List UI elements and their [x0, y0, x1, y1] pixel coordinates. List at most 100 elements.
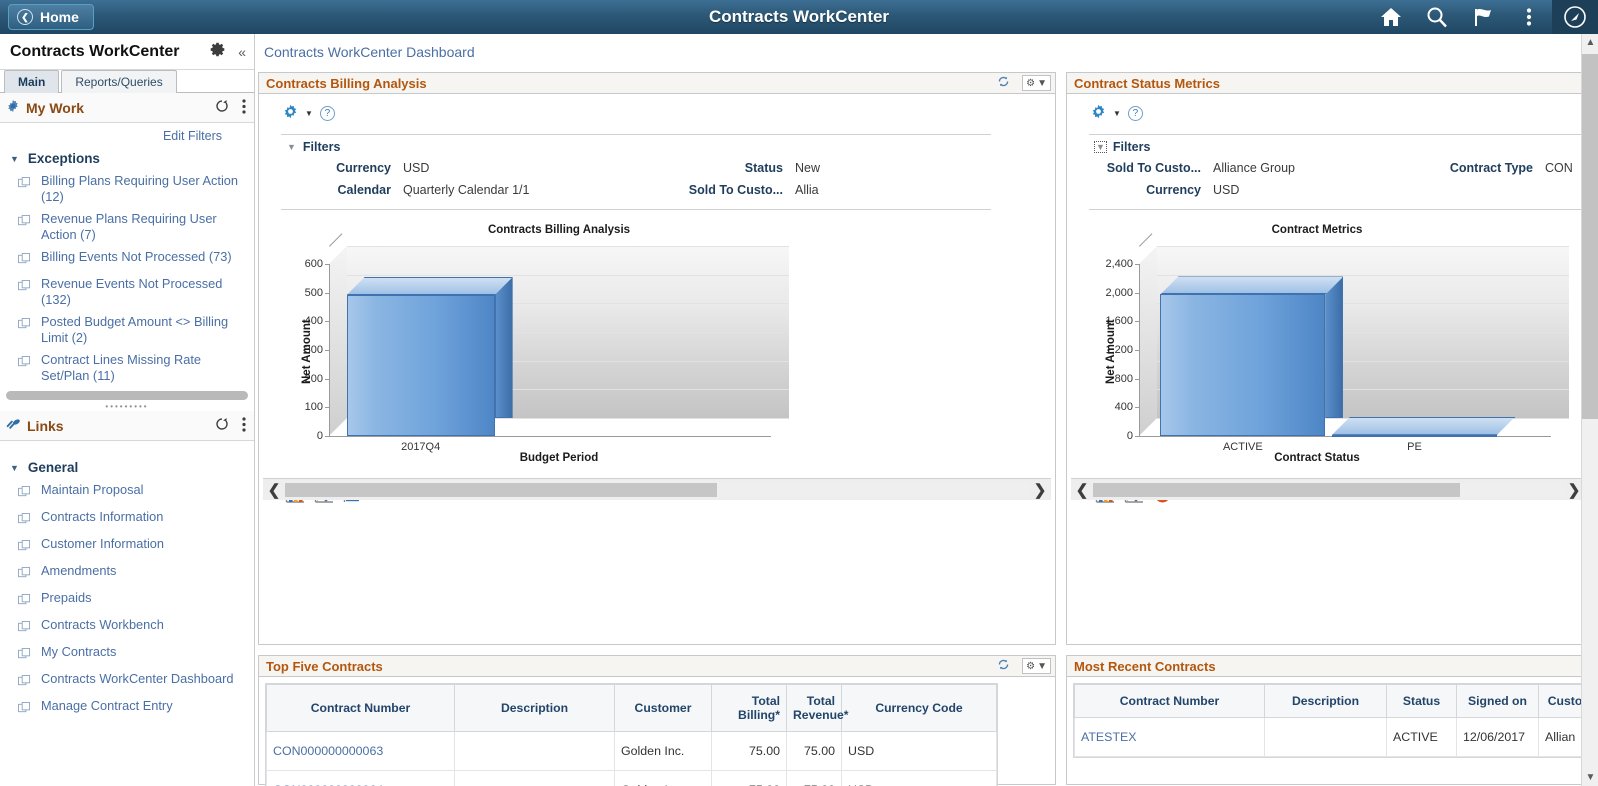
sidebar-item-link-4[interactable]: Prepaids — [0, 587, 254, 614]
kebab-menu-icon[interactable] — [242, 98, 246, 117]
sidebar-item-link-8[interactable]: Manage Contract Entry — [0, 695, 254, 722]
sidebar-group-exceptions[interactable]: ▼ Exceptions — [0, 148, 254, 170]
page-vertical-scrollbar[interactable]: ▲ ▼ — [1581, 34, 1598, 786]
sidebar-item-link-2[interactable]: Customer Information — [0, 533, 254, 560]
pagelet-title: Contract Status Metrics — [1074, 75, 1220, 91]
chart-bar-face — [346, 294, 495, 436]
sidebar-item-label: Billing Plans Requiring User Action (12) — [41, 173, 239, 204]
most-recent-contracts-table: Contract Number Description Status Signed o… — [1074, 684, 1592, 757]
home-icon[interactable] — [1368, 0, 1414, 34]
gear-icon[interactable] — [283, 104, 298, 123]
help-icon[interactable]: ? — [319, 106, 335, 121]
chart-bar[interactable] — [1332, 416, 1515, 437]
filters-header[interactable]: ▼ Filters — [281, 140, 991, 154]
nav-compass-icon[interactable] — [1552, 0, 1598, 34]
sidebar-item-link-7[interactable]: Contracts WorkCenter Dashboard — [0, 668, 254, 695]
sidebar-item-label: Revenue Plans Requiring User Action (7) — [41, 211, 217, 242]
chevron-down-icon[interactable]: ▼ — [287, 142, 296, 152]
refresh-icon[interactable] — [215, 417, 229, 434]
page-link-icon — [18, 647, 31, 665]
pagelet-settings-button[interactable]: ⚙ ▼ — [1022, 658, 1051, 674]
chart-bar[interactable] — [1160, 276, 1344, 436]
sidebar-item-label: Billing Events Not Processed (73) — [41, 249, 232, 264]
pagelet-top-five-contracts: Top Five Contracts ⚙ ▼ Contract Number De… — [258, 655, 1056, 786]
scroll-left-icon[interactable]: ❮ — [1071, 481, 1093, 499]
tab-main[interactable]: Main — [4, 70, 60, 93]
pagelet-title: Most Recent Contracts — [1074, 658, 1216, 674]
sidebar-item-label: Manage Contract Entry — [41, 698, 173, 713]
sidebar-group-label: General — [27, 460, 79, 475]
filter-row: Currency USD Status New — [281, 157, 991, 179]
search-icon[interactable] — [1414, 0, 1460, 34]
gear-icon[interactable] — [209, 41, 226, 62]
sidebar-item-exception-5[interactable]: Contract Lines Missing Rate Set/Plan (11… — [0, 349, 254, 387]
scroll-down-icon[interactable]: ▼ — [1582, 769, 1598, 786]
scrollbar-track[interactable] — [285, 482, 1029, 497]
chart-toolbar: ▼ ? — [259, 94, 1055, 123]
collapse-left-icon[interactable]: « — [238, 44, 246, 60]
pagelet-settings-button[interactable]: ⚙ ▼ — [1022, 75, 1051, 91]
sidebar-item-exception-2[interactable]: Billing Events Not Processed (73) — [0, 246, 254, 273]
page-link-icon — [18, 485, 31, 503]
sidebar-item-link-0[interactable]: Maintain Proposal — [0, 479, 254, 506]
refresh-icon[interactable] — [997, 658, 1010, 674]
chart-bar[interactable] — [346, 276, 513, 436]
sidebar-item-exception-1[interactable]: Revenue Plans Requiring User Action (7) — [0, 208, 254, 246]
sidebar-item-link-5[interactable]: Contracts Workbench — [0, 614, 254, 641]
breadcrumb[interactable]: Contracts WorkCenter Dashboard — [256, 34, 1598, 68]
chart-y-tick-label: 100 — [304, 401, 323, 414]
chevron-down-icon[interactable]: ▼ — [1094, 141, 1107, 153]
scrollbar-track[interactable] — [1093, 482, 1563, 497]
table-cell-contract[interactable]: ATESTEX — [1074, 717, 1265, 757]
sidebar-group-general[interactable]: ▼ General — [0, 457, 254, 479]
table-row: ATESTEX ACTIVE 12/06/2017 Allian — [1074, 717, 1592, 757]
sidebar-item-link-3[interactable]: Amendments — [0, 560, 254, 587]
scroll-left-icon[interactable]: ❮ — [263, 481, 285, 499]
scroll-right-icon[interactable]: ❯ — [1029, 481, 1051, 499]
sidebar-title: Contracts WorkCenter — [10, 42, 180, 60]
scroll-up-icon[interactable]: ▲ — [1582, 34, 1598, 51]
refresh-icon[interactable] — [215, 99, 229, 116]
flag-icon[interactable] — [1460, 0, 1506, 34]
kebab-menu-icon[interactable] — [242, 416, 246, 435]
sidebar-item-exception-3[interactable]: Revenue Events Not Processed (132) — [0, 273, 254, 311]
filter-value-currency: USD — [1213, 183, 1240, 197]
refresh-icon[interactable] — [997, 75, 1010, 91]
scrollbar-thumb[interactable] — [285, 482, 717, 497]
sidebar-item-link-1[interactable]: Contracts Information — [0, 506, 254, 533]
chart-x-axis-label: Budget Period — [519, 452, 599, 464]
kebab-menu-icon[interactable] — [1506, 0, 1552, 34]
app-header: ❮ Home Contracts WorkCenter — [0, 0, 1598, 34]
page-link-icon — [18, 620, 31, 638]
filter-row: Calendar Quarterly Calendar 1/1 Sold To … — [281, 179, 991, 201]
chart-y-tick-label: 0 — [316, 430, 323, 442]
gear-icon[interactable] — [1091, 104, 1106, 123]
edit-filters-link[interactable]: Edit Filters — [0, 127, 254, 148]
tab-reports-queries[interactable]: Reports/Queries — [61, 70, 177, 93]
table-column-header: Contract Number — [1074, 684, 1265, 718]
help-icon[interactable]: ? — [1127, 106, 1143, 121]
scrollbar-thumb[interactable] — [1582, 54, 1598, 419]
scrollbar-thumb[interactable] — [1093, 482, 1460, 497]
sidebar-item-link-6[interactable]: My Contracts — [0, 641, 254, 668]
sidebar-section-my-work-header[interactable]: My Work — [0, 93, 254, 123]
chart-gridline — [347, 274, 789, 276]
sidebar-item-exception-0[interactable]: Billing Plans Requiring User Action (12) — [0, 170, 254, 208]
sidebar-section-links-header[interactable]: Links — [0, 411, 254, 441]
chart-bar-side — [494, 276, 513, 418]
chart-y-axis-label: Net Amount — [1105, 319, 1117, 384]
sidebar-item-exception-4[interactable]: Posted Budget Amount <> Billing Limit (2… — [0, 311, 254, 349]
sidebar-splitter[interactable]: ••••••••• — [6, 391, 248, 411]
sidebar-item-label: Posted Budget Amount <> Billing Limit (2… — [41, 314, 229, 345]
table-cell-contract[interactable]: CON000000000064 — [266, 770, 455, 786]
chart-horizontal-scrollbar[interactable]: ❮ ❯ — [1071, 478, 1585, 500]
table-row: CON000000000063 Golden Inc. 75.00 75.00 USD — [266, 731, 997, 771]
filter-label-status: Status — [744, 161, 783, 175]
header-icon-group — [1368, 0, 1598, 34]
chevron-down-icon[interactable]: ▼ — [1113, 109, 1121, 118]
chevron-down-icon[interactable]: ▼ — [305, 109, 313, 118]
chart-horizontal-scrollbar[interactable]: ❮ ❯ — [263, 478, 1051, 500]
home-button[interactable]: ❮ Home — [8, 4, 94, 30]
filters-header[interactable]: ▼ Filters — [1089, 140, 1598, 154]
table-cell-contract[interactable]: CON000000000063 — [266, 731, 455, 771]
